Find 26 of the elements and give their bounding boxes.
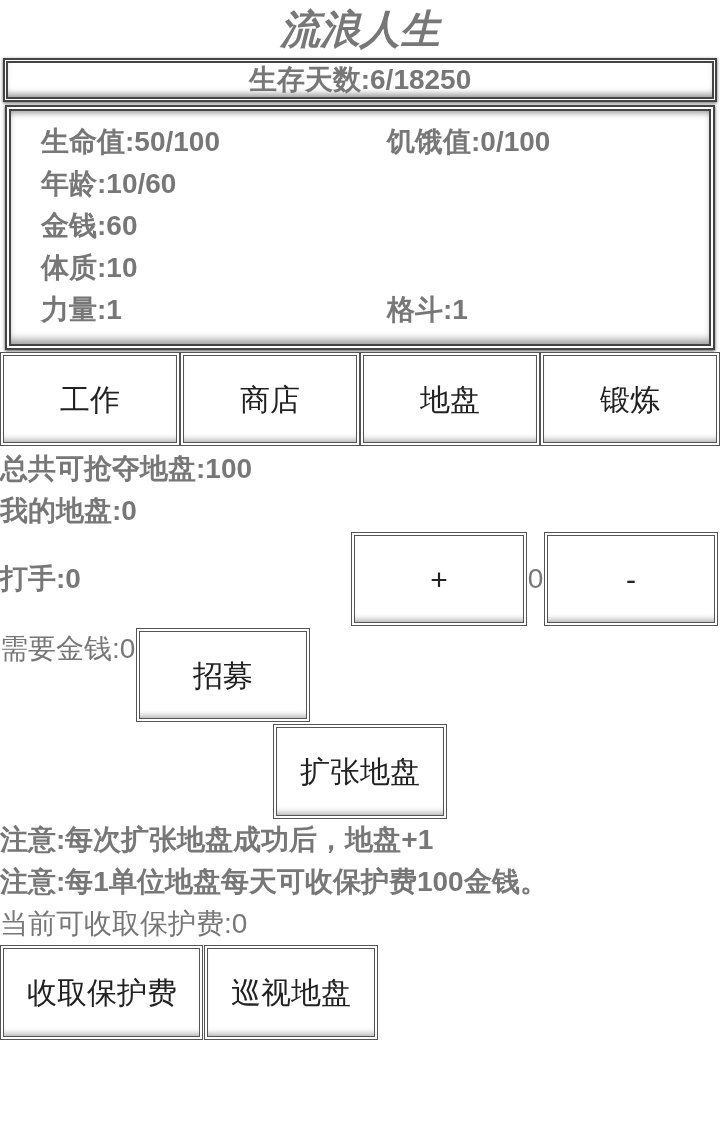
- decrease-button[interactable]: -: [544, 532, 718, 626]
- stat-text: 金钱:60: [41, 212, 139, 240]
- action-button[interactable]: 收取保护费: [0, 945, 203, 1040]
- note-text: 注意:每次扩张地盘成功后，地盘+1: [0, 826, 434, 854]
- stat-text: 力量:1: [41, 296, 123, 324]
- nav-button[interactable]: 工作: [0, 352, 180, 446]
- expand-territory-button[interactable]: 扩张地盘: [273, 724, 447, 819]
- nav-button[interactable]: 地盘: [360, 352, 540, 446]
- stat-text: 体质:10: [41, 254, 139, 282]
- note-text: 注意:每1单位地盘每天可收保护费100金钱。: [0, 868, 548, 896]
- thug-count: 0: [527, 565, 544, 593]
- my-territory-text: 我的地盘:0: [0, 497, 137, 525]
- stat-text: 生命值:50/100: [41, 128, 221, 156]
- increase-button[interactable]: +: [351, 532, 527, 626]
- stat-text: 格斗:1: [387, 296, 468, 324]
- nav-button[interactable]: 锻炼: [540, 352, 720, 446]
- protection-fee-text: 当前可收取保护费:0: [0, 910, 248, 938]
- stat-text: 年龄:10/60: [41, 170, 178, 198]
- total-territory-text: 总共可抢夺地盘:100: [0, 455, 253, 483]
- action-button[interactable]: 巡视地盘: [204, 945, 378, 1040]
- recruit-button[interactable]: 招募: [136, 628, 311, 722]
- stat-text: 饥饿值:0/100: [387, 128, 551, 156]
- cost-text: 需要金钱:0: [0, 632, 136, 666]
- game-title: 流浪人生: [280, 9, 440, 49]
- nav-button[interactable]: 商店: [180, 352, 360, 446]
- days-counter: 生存天数:6/18250: [248, 66, 472, 94]
